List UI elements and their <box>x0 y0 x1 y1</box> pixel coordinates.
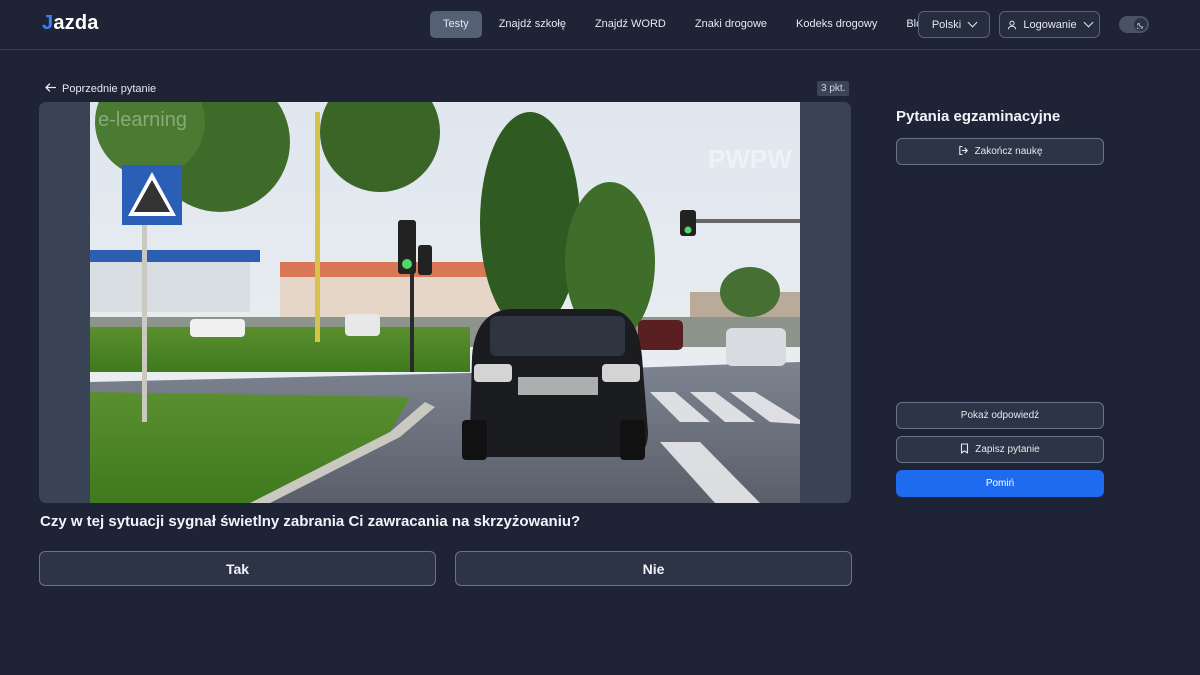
save-question-button[interactable]: Zapisz pytanie <box>896 436 1104 463</box>
question-image-card: e-learning PWPW <box>39 102 851 503</box>
main-nav: Testy Znajdź szkołę Znajdź WORD Znaki dr… <box>430 11 942 38</box>
nav-item-kodeks-drogowy[interactable]: Kodeks drogowy <box>782 11 891 38</box>
watermark-left: e-learning <box>98 109 187 131</box>
logo[interactable]: Jazda <box>42 12 99 35</box>
watermark-right: PWPW <box>708 144 792 174</box>
points-badge: 3 pkt. <box>817 81 850 96</box>
question-image: e-learning PWPW <box>90 102 800 503</box>
nav-item-testy[interactable]: Testy <box>430 11 482 38</box>
nav-item-znajdz-word[interactable]: Znajdź WORD <box>581 11 680 38</box>
previous-question-label: Poprzednie pytanie <box>62 83 157 95</box>
logout-icon <box>958 145 969 159</box>
answer-no-button[interactable]: Nie <box>455 551 852 586</box>
login-button[interactable]: Logowanie <box>999 11 1100 38</box>
skip-label: Pomiń <box>985 478 1015 489</box>
chevron-down-icon <box>967 17 978 28</box>
nav-item-znaki-drogowe[interactable]: Znaki drogowe <box>681 11 781 38</box>
nav-item-znajdz-szkole[interactable]: Znajdź szkołę <box>485 11 580 38</box>
arrow-left-icon <box>45 83 57 95</box>
skip-button[interactable]: Pomiń <box>896 470 1104 497</box>
finish-learning-label: Zakończ naukę <box>974 146 1043 157</box>
question-text: Czy w tej sytuacji sygnał świetlny zabra… <box>40 513 581 530</box>
theme-toggle[interactable] <box>1119 16 1149 33</box>
answer-yes-button[interactable]: Tak <box>39 551 436 586</box>
language-label: Polski <box>931 18 962 31</box>
show-answer-label: Pokaż odpowiedź <box>960 410 1040 421</box>
bookmark-icon <box>960 442 969 457</box>
moon-icon <box>1134 18 1147 31</box>
top-header: Jazda Testy Znajdź szkołę Znajdź WORD Zn… <box>0 0 1200 50</box>
sidebar-title: Pytania egzaminacyjne <box>896 108 1061 125</box>
previous-question-link[interactable]: Poprzednie pytanie <box>45 81 156 97</box>
finish-learning-button[interactable]: Zakończ naukę <box>896 138 1104 165</box>
language-select[interactable]: Polski <box>918 11 990 38</box>
user-icon <box>1007 20 1017 30</box>
show-answer-button[interactable]: Pokaż odpowiedź <box>896 402 1104 429</box>
login-label: Logowanie <box>1023 18 1077 31</box>
save-question-label: Zapisz pytanie <box>975 444 1040 455</box>
chevron-down-icon <box>1083 17 1094 28</box>
